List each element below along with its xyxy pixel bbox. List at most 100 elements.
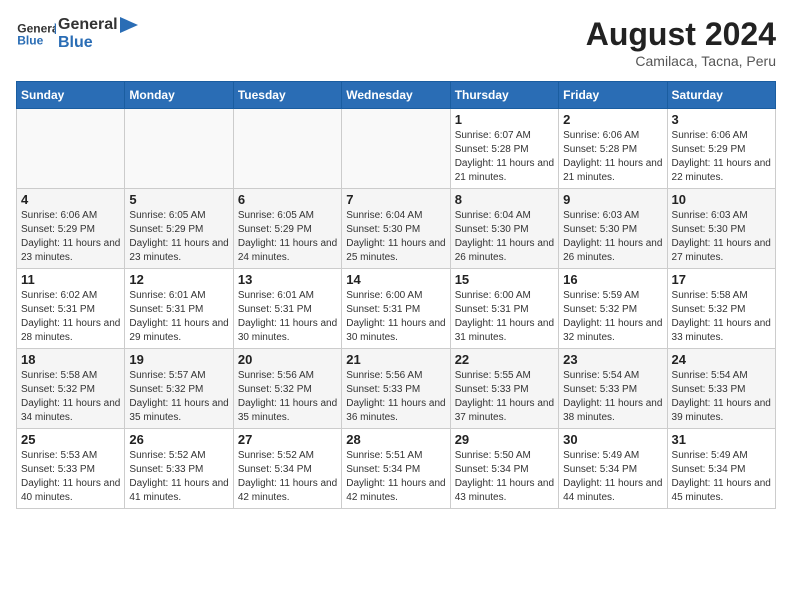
day-info: Sunrise: 6:06 AMSunset: 5:29 PMDaylight:…	[21, 209, 120, 265]
day-number: 28	[346, 432, 445, 447]
calendar-cell: 23 Sunrise: 5:54 AMSunset: 5:33 PMDayligh…	[559, 349, 667, 429]
day-info: Sunrise: 6:03 AMSunset: 5:30 PMDaylight:…	[672, 209, 771, 265]
day-number: 31	[672, 432, 771, 447]
day-number: 27	[238, 432, 337, 447]
day-info: Sunrise: 5:49 AMSunset: 5:34 PMDaylight:…	[672, 449, 771, 505]
calendar-cell: 4 Sunrise: 6:06 AMSunset: 5:29 PMDaylight…	[17, 189, 125, 269]
calendar-cell: 27 Sunrise: 5:52 AMSunset: 5:34 PMDayligh…	[233, 429, 341, 509]
day-info: Sunrise: 5:57 AMSunset: 5:32 PMDaylight:…	[129, 369, 228, 425]
day-number: 12	[129, 272, 228, 287]
day-info: Sunrise: 5:54 AMSunset: 5:33 PMDaylight:…	[672, 369, 771, 425]
calendar-cell: 29 Sunrise: 5:50 AMSunset: 5:34 PMDayligh…	[450, 429, 558, 509]
logo: General Blue General Blue	[16, 16, 138, 51]
day-info: Sunrise: 6:04 AMSunset: 5:30 PMDaylight:…	[346, 209, 445, 265]
week-row-2: 4 Sunrise: 6:06 AMSunset: 5:29 PMDaylight…	[17, 189, 776, 269]
calendar-cell: 6Sunrise: 6:05 AMSunset: 5:29 PMDaylight…	[233, 189, 341, 269]
calendar-cell: 15Sunrise: 6:00 AMSunset: 5:31 PMDayligh…	[450, 269, 558, 349]
logo-icon: General Blue	[16, 19, 56, 49]
day-number: 10	[672, 192, 771, 207]
month-title: August 2024	[586, 16, 776, 53]
calendar-cell: 16 Sunrise: 5:59 AMSunset: 5:32 PMDayligh…	[559, 269, 667, 349]
day-number: 8	[455, 192, 554, 207]
calendar-cell: 17 Sunrise: 5:58 AMSunset: 5:32 PMDayligh…	[667, 269, 775, 349]
calendar-cell: 13Sunrise: 6:01 AMSunset: 5:31 PMDayligh…	[233, 269, 341, 349]
day-info: Sunrise: 5:56 AMSunset: 5:32 PMDaylight:…	[238, 369, 337, 425]
svg-text:Blue: Blue	[17, 33, 43, 47]
day-info: Sunrise: 6:07 AMSunset: 5:28 PMDaylight:…	[455, 129, 554, 185]
day-number: 25	[21, 432, 120, 447]
calendar-cell	[125, 109, 233, 189]
calendar-cell: 31 Sunrise: 5:49 AMSunset: 5:34 PMDayligh…	[667, 429, 775, 509]
day-number: 24	[672, 352, 771, 367]
day-info: Sunrise: 5:55 AMSunset: 5:33 PMDaylight:…	[455, 369, 554, 425]
day-info: Sunrise: 5:51 AMSunset: 5:34 PMDaylight:…	[346, 449, 445, 505]
page-header: General Blue General Blue August 2024 Ca…	[16, 16, 776, 69]
calendar-cell: 28 Sunrise: 5:51 AMSunset: 5:34 PMDayligh…	[342, 429, 450, 509]
header-saturday: Saturday	[667, 82, 775, 109]
day-number: 30	[563, 432, 662, 447]
day-number: 17	[672, 272, 771, 287]
calendar-cell: 7Sunrise: 6:04 AMSunset: 5:30 PMDaylight…	[342, 189, 450, 269]
day-info: Sunrise: 5:59 AMSunset: 5:32 PMDaylight:…	[563, 289, 662, 345]
day-info: Sunrise: 5:54 AMSunset: 5:33 PMDaylight:…	[563, 369, 662, 425]
week-row-3: 11Sunrise: 6:02 AMSunset: 5:31 PMDayligh…	[17, 269, 776, 349]
day-info: Sunrise: 5:58 AMSunset: 5:32 PMDaylight:…	[672, 289, 771, 345]
day-number: 2	[563, 112, 662, 127]
day-number: 1	[455, 112, 554, 127]
logo-general-text: General	[58, 16, 138, 34]
week-row-4: 18Sunrise: 5:58 AMSunset: 5:32 PMDayligh…	[17, 349, 776, 429]
calendar-cell: 22 Sunrise: 5:55 AMSunset: 5:33 PMDayligh…	[450, 349, 558, 429]
calendar-cell	[233, 109, 341, 189]
day-info: Sunrise: 6:01 AMSunset: 5:31 PMDaylight:…	[129, 289, 228, 345]
day-info: Sunrise: 5:52 AMSunset: 5:34 PMDaylight:…	[238, 449, 337, 505]
day-number: 29	[455, 432, 554, 447]
day-info: Sunrise: 6:04 AMSunset: 5:30 PMDaylight:…	[455, 209, 554, 265]
day-number: 23	[563, 352, 662, 367]
day-number: 3	[672, 112, 771, 127]
day-info: Sunrise: 5:50 AMSunset: 5:34 PMDaylight:…	[455, 449, 554, 505]
day-info: Sunrise: 6:06 AMSunset: 5:29 PMDaylight:…	[672, 129, 771, 185]
calendar-cell: 19 Sunrise: 5:57 AMSunset: 5:32 PMDayligh…	[125, 349, 233, 429]
calendar-cell: 14 Sunrise: 6:00 AMSunset: 5:31 PMDayligh…	[342, 269, 450, 349]
calendar-cell: 11Sunrise: 6:02 AMSunset: 5:31 PMDayligh…	[17, 269, 125, 349]
calendar-cell: 20Sunrise: 5:56 AMSunset: 5:32 PMDayligh…	[233, 349, 341, 429]
calendar-cell	[17, 109, 125, 189]
calendar-cell: 18Sunrise: 5:58 AMSunset: 5:32 PMDayligh…	[17, 349, 125, 429]
calendar-body: 1 Sunrise: 6:07 AMSunset: 5:28 PMDaylight…	[17, 109, 776, 509]
day-number: 19	[129, 352, 228, 367]
header-sunday: Sunday	[17, 82, 125, 109]
day-info: Sunrise: 6:05 AMSunset: 5:29 PMDaylight:…	[238, 209, 337, 265]
day-info: Sunrise: 5:56 AMSunset: 5:33 PMDaylight:…	[346, 369, 445, 425]
week-row-1: 1 Sunrise: 6:07 AMSunset: 5:28 PMDaylight…	[17, 109, 776, 189]
day-number: 22	[455, 352, 554, 367]
calendar-cell: 5Sunrise: 6:05 AMSunset: 5:29 PMDaylight…	[125, 189, 233, 269]
day-info: Sunrise: 6:00 AMSunset: 5:31 PMDaylight:…	[346, 289, 445, 345]
day-number: 26	[129, 432, 228, 447]
calendar-cell: 30Sunrise: 5:49 AMSunset: 5:34 PMDayligh…	[559, 429, 667, 509]
calendar-header-row: SundayMondayTuesdayWednesdayThursdayFrid…	[17, 82, 776, 109]
calendar-cell: 12 Sunrise: 6:01 AMSunset: 5:31 PMDayligh…	[125, 269, 233, 349]
day-number: 18	[21, 352, 120, 367]
day-info: Sunrise: 6:03 AMSunset: 5:30 PMDaylight:…	[563, 209, 662, 265]
day-info: Sunrise: 6:06 AMSunset: 5:28 PMDaylight:…	[563, 129, 662, 185]
calendar-cell: 10 Sunrise: 6:03 AMSunset: 5:30 PMDayligh…	[667, 189, 775, 269]
day-info: Sunrise: 6:05 AMSunset: 5:29 PMDaylight:…	[129, 209, 228, 265]
day-number: 4	[21, 192, 120, 207]
calendar-cell: 1 Sunrise: 6:07 AMSunset: 5:28 PMDaylight…	[450, 109, 558, 189]
header-friday: Friday	[559, 82, 667, 109]
day-number: 21	[346, 352, 445, 367]
title-area: August 2024 Camilaca, Tacna, Peru	[586, 16, 776, 69]
day-info: Sunrise: 6:01 AMSunset: 5:31 PMDaylight:…	[238, 289, 337, 345]
day-info: Sunrise: 6:00 AMSunset: 5:31 PMDaylight:…	[455, 289, 554, 345]
day-info: Sunrise: 5:52 AMSunset: 5:33 PMDaylight:…	[129, 449, 228, 505]
calendar-cell: 9Sunrise: 6:03 AMSunset: 5:30 PMDaylight…	[559, 189, 667, 269]
calendar-cell	[342, 109, 450, 189]
day-number: 14	[346, 272, 445, 287]
calendar-cell: 8 Sunrise: 6:04 AMSunset: 5:30 PMDaylight…	[450, 189, 558, 269]
calendar-table: SundayMondayTuesdayWednesdayThursdayFrid…	[16, 81, 776, 509]
calendar-cell: 21 Sunrise: 5:56 AMSunset: 5:33 PMDayligh…	[342, 349, 450, 429]
calendar-cell: 25Sunrise: 5:53 AMSunset: 5:33 PMDayligh…	[17, 429, 125, 509]
day-number: 16	[563, 272, 662, 287]
logo-blue-text: Blue	[58, 34, 138, 52]
calendar-cell: 3 Sunrise: 6:06 AMSunset: 5:29 PMDaylight…	[667, 109, 775, 189]
